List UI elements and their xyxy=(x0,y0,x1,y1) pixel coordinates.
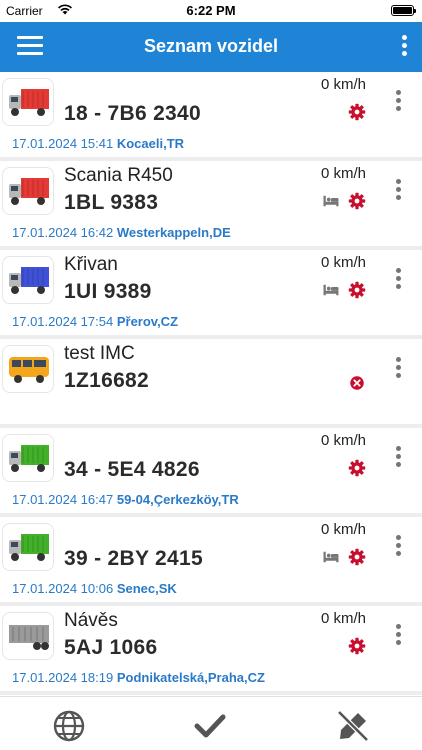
vehicle-last-position: 17.01.2024 18:19 Podnikatelská,Praha,CZ xyxy=(12,670,265,685)
vehicle-location: Podnikatelská,Praha,CZ xyxy=(116,670,265,685)
check-icon[interactable] xyxy=(193,709,227,743)
vehicle-blue-truck-icon xyxy=(2,256,54,304)
vehicle-status-icons xyxy=(348,458,366,478)
vehicle-plate: 34 - 5E4 4826 xyxy=(64,458,200,481)
gear-icon xyxy=(348,637,366,655)
vehicle-name: Scania R450 xyxy=(64,165,173,186)
vehicle-gray-trailer-icon xyxy=(2,612,54,660)
vehicle-speed: 0 km/h xyxy=(320,521,366,538)
vehicle-row[interactable]: Křivan 1UI 9389 0 km/h 17.01.2024 17:54 Pře… xyxy=(0,250,422,335)
vehicle-location: Kocaeli,TR xyxy=(116,136,185,151)
error-icon xyxy=(350,376,364,390)
vehicle-row[interactable]: Návěs 5AJ 1066 0 km/h 17.01.2024 18:19 Podn… xyxy=(0,606,422,691)
vehicle-timestamp: 17.01.2024 18:19 xyxy=(12,670,114,685)
vehicle-row[interactable]: 18 - 7B6 2340 0 km/h 17.01.2024 15:41 Koca… xyxy=(0,72,422,157)
vehicle-row[interactable]: test IMC 1Z16682 xyxy=(0,339,422,424)
gear-icon xyxy=(348,548,366,566)
vehicle-speed: 0 km/h xyxy=(320,610,366,627)
vehicle-row[interactable]: Scania R450 1BL 9383 0 km/h 17.01.2024 16:4… xyxy=(0,161,422,246)
vehicle-last-position: 17.01.2024 16:42 Westerkappeln,DE xyxy=(12,225,231,240)
more-options-icon[interactable] xyxy=(394,90,402,112)
vehicle-plate: 1BL 9383 xyxy=(64,191,159,214)
vehicle-speed: 0 km/h xyxy=(320,76,366,93)
vehicle-plate: 5AJ 1066 xyxy=(64,636,158,659)
battery-icon xyxy=(391,5,416,16)
vehicle-name: Návěs xyxy=(64,610,118,631)
more-options-icon[interactable] xyxy=(394,535,402,557)
gear-icon xyxy=(348,281,366,299)
status-bar: Carrier 6:22 PM xyxy=(0,0,422,22)
globe-icon[interactable] xyxy=(52,709,86,743)
bed-icon xyxy=(323,551,339,563)
vehicle-speed: 0 km/h xyxy=(320,254,366,271)
vehicle-location: 59-04,Çerkezköy,TR xyxy=(116,492,239,507)
more-options-icon[interactable] xyxy=(394,357,402,379)
vehicle-timestamp: 17.01.2024 17:54 xyxy=(12,314,114,329)
vehicle-speed: 0 km/h xyxy=(320,165,366,182)
vehicle-last-position: 17.01.2024 16:47 59-04,Çerkezköy,TR xyxy=(12,492,239,507)
more-options-icon[interactable] xyxy=(394,268,402,290)
vehicle-row[interactable]: 34 - 5E4 4826 0 km/h 17.01.2024 16:47 59-0… xyxy=(0,428,422,513)
vehicle-last-position: 17.01.2024 10:06 Senec,SK xyxy=(12,581,177,596)
nav-bar: Seznam vozidel xyxy=(0,22,422,72)
vehicle-location: Přerov,CZ xyxy=(116,314,179,329)
tab-bar xyxy=(0,696,422,750)
vehicle-green-truck-icon xyxy=(2,434,54,482)
more-options-icon[interactable] xyxy=(394,624,402,646)
vehicle-name: test IMC xyxy=(64,343,135,364)
gear-icon xyxy=(348,459,366,477)
pen-off-icon[interactable] xyxy=(336,709,370,743)
clock: 6:22 PM xyxy=(186,3,236,18)
vehicle-timestamp: 17.01.2024 16:42 xyxy=(12,225,114,240)
page-title: Seznam vozidel xyxy=(143,36,279,56)
vehicle-status-icons xyxy=(320,547,366,567)
vehicle-red-truck-icon xyxy=(2,167,54,215)
gear-icon xyxy=(348,192,366,210)
more-options-icon[interactable] xyxy=(394,446,402,468)
vehicle-status-icons xyxy=(320,280,366,300)
gear-icon xyxy=(348,103,366,121)
vehicle-status-icons xyxy=(348,636,366,656)
more-options-icon[interactable] xyxy=(394,179,402,201)
vehicle-location: Westerkappeln,DE xyxy=(116,225,231,240)
vehicle-status-icons xyxy=(320,191,366,211)
bed-icon xyxy=(323,195,339,207)
vehicle-last-position: 17.01.2024 17:54 Přerov,CZ xyxy=(12,314,178,329)
vehicle-status-icons xyxy=(348,102,366,122)
vehicle-last-position: 17.01.2024 15:41 Kocaeli,TR xyxy=(12,136,184,151)
vehicle-status-icons xyxy=(348,373,366,393)
vehicle-plate: 1UI 9389 xyxy=(64,280,152,303)
vehicle-green-truck-icon xyxy=(2,523,54,571)
vehicle-timestamp: 17.01.2024 16:47 xyxy=(12,492,114,507)
more-options-icon[interactable] xyxy=(400,35,408,59)
vehicle-plate: 18 - 7B6 2340 xyxy=(64,102,201,125)
vehicle-plate: 39 - 2BY 2415 xyxy=(64,547,203,570)
vehicle-timestamp: 17.01.2024 15:41 xyxy=(12,136,114,151)
vehicle-location: Senec,SK xyxy=(116,581,177,596)
vehicle-red-truck-icon xyxy=(2,78,54,126)
vehicle-timestamp: 17.01.2024 10:06 xyxy=(12,581,114,596)
vehicle-plate: 1Z16682 xyxy=(64,369,150,392)
vehicle-speed: 0 km/h xyxy=(320,432,366,449)
vehicle-yellow-bus-icon xyxy=(2,345,54,393)
vehicle-row[interactable]: 39 - 2BY 2415 0 km/h 17.01.2024 10:06 Sene… xyxy=(0,517,422,602)
vehicle-list: 18 - 7B6 2340 0 km/h 17.01.2024 15:41 Koca… xyxy=(0,72,422,696)
vehicle-name: Křivan xyxy=(64,254,118,275)
bed-icon xyxy=(323,284,339,296)
